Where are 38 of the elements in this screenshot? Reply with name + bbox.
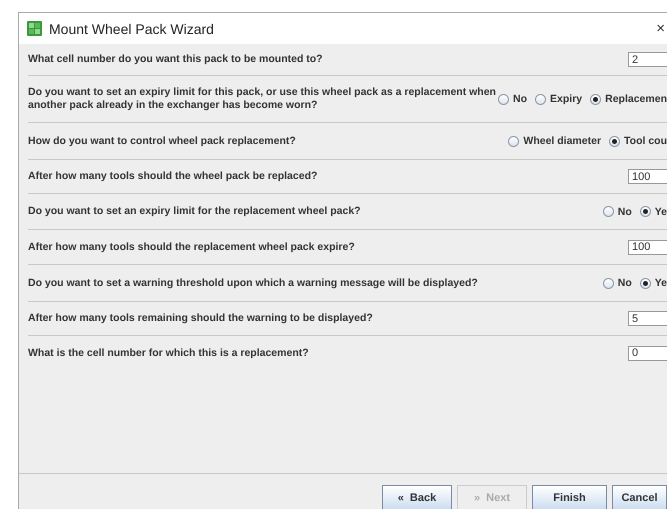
question-text: Do you want to set an expiry limit for this pack, or use this wheel pack as a replacement when another pack already in the exchanger has become worn? bbox=[28, 86, 497, 112]
radio-option[interactable]: No bbox=[498, 93, 528, 105]
radio-button[interactable] bbox=[498, 94, 510, 104]
question-text: How do you want to control wheel pack replacement? bbox=[28, 134, 297, 148]
window-title: Mount Wheel Pack Wizard bbox=[49, 20, 214, 36]
input-field[interactable]: 0 bbox=[628, 346, 667, 360]
radio-option[interactable]: Wheel diameter bbox=[508, 135, 602, 147]
radio-button[interactable] bbox=[602, 206, 614, 217]
radio-button[interactable] bbox=[590, 94, 602, 104]
question-text: After how many tools should the wheel pack be replaced? bbox=[28, 170, 318, 183]
wizard-button[interactable]: Cancel bbox=[612, 485, 667, 509]
radio-button[interactable] bbox=[640, 206, 651, 217]
radio-option[interactable]: Ye bbox=[640, 206, 667, 218]
close-icon[interactable]: × bbox=[656, 20, 665, 36]
question-text: What is the cell number for which this is a replacement? bbox=[28, 346, 310, 360]
wizard-button[interactable]: Finish bbox=[532, 485, 607, 509]
input-field[interactable]: 5 bbox=[628, 311, 667, 326]
input-field[interactable]: 100 bbox=[628, 169, 667, 184]
radio-option[interactable]: Tool cou bbox=[609, 135, 667, 147]
app-icon bbox=[27, 21, 42, 36]
radio-option[interactable]: No bbox=[602, 277, 632, 289]
radio-button[interactable] bbox=[602, 278, 614, 288]
radio-option[interactable]: Expiry bbox=[535, 93, 582, 105]
radio-option[interactable]: Ye bbox=[640, 277, 667, 289]
question-text: After how many tools remaining should the warning to be displayed? bbox=[28, 312, 374, 325]
radio-button[interactable] bbox=[609, 136, 620, 146]
input-field[interactable]: 100 bbox=[628, 240, 667, 254]
input-field[interactable]: 2 bbox=[628, 52, 667, 67]
question-text: What cell number do you want this pack to be mounted to? bbox=[28, 53, 324, 66]
radio-button[interactable] bbox=[508, 136, 520, 146]
radio-button[interactable] bbox=[535, 94, 546, 104]
question-text: Do you want to set a warning threshold upon which a warning message will be displayed? bbox=[28, 276, 479, 290]
radio-button[interactable] bbox=[640, 278, 651, 288]
radio-option[interactable]: No bbox=[602, 206, 632, 218]
question-text: Do you want to set an expiry limit for the replacement wheel pack? bbox=[28, 205, 362, 218]
question-text: After how many tools should the replacement wheel pack expire? bbox=[28, 240, 356, 254]
radio-option[interactable]: Replacemen bbox=[590, 93, 667, 105]
wizard-button[interactable]: « Back bbox=[382, 485, 452, 509]
